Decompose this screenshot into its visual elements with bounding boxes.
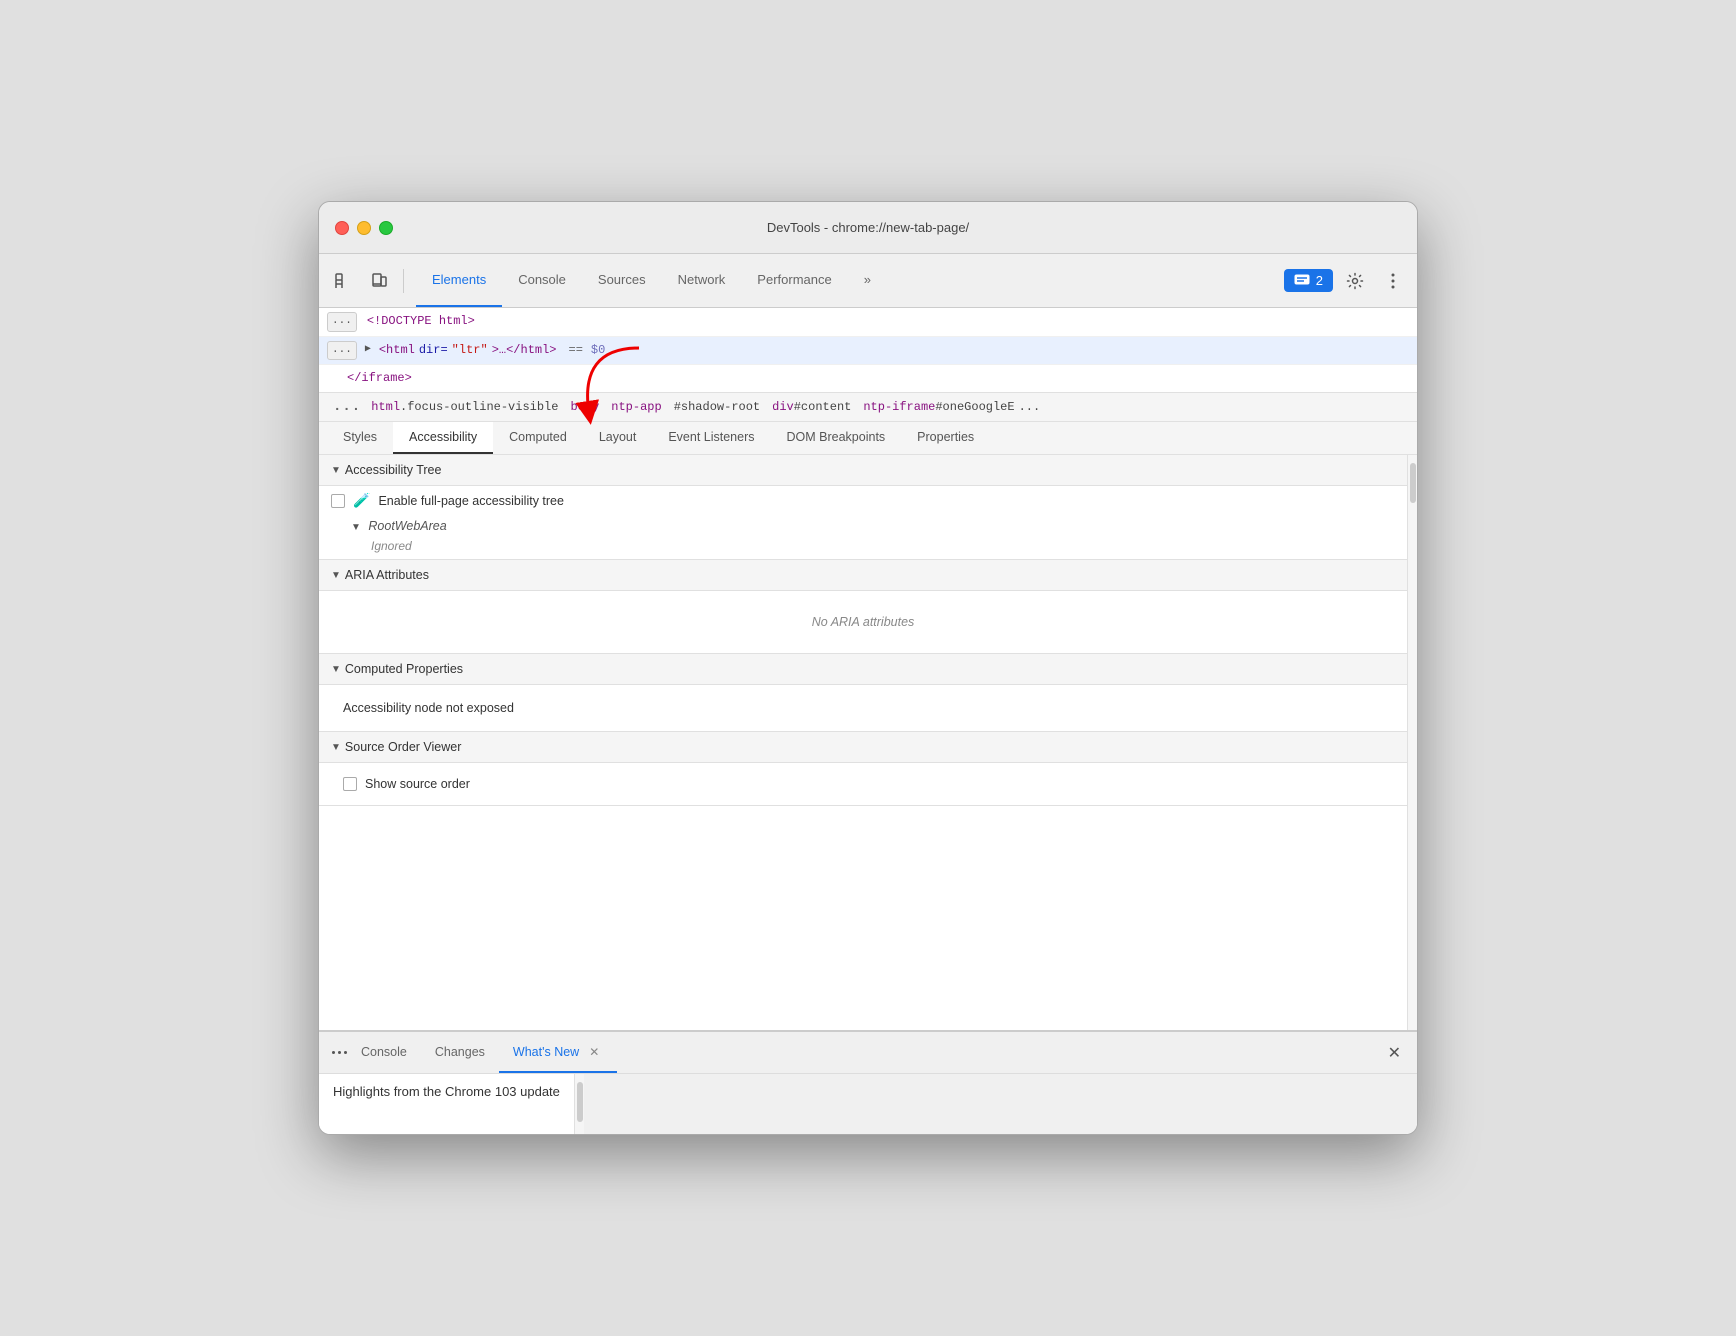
settings-button[interactable] — [1339, 265, 1371, 297]
sub-tabs: Styles Accessibility Computed Layout Eve… — [319, 422, 1417, 455]
main-panel: ... <!DOCTYPE html> ... ▶ <html dir="ltr… — [319, 308, 1417, 1134]
whats-new-close[interactable]: ✕ — [585, 1043, 603, 1061]
aria-attributes-body: No ARIA attributes — [319, 591, 1407, 653]
show-source-order-item: Show source order — [331, 771, 1395, 797]
source-order-section: ▼ Source Order Viewer Show source order — [319, 732, 1407, 806]
bottom-content-wrapper: Highlights from the Chrome 103 update — [319, 1074, 1417, 1134]
dom-line-iframe: </iframe> — [319, 365, 1417, 392]
main-tabs: Elements Console Sources Network Perform… — [416, 254, 1280, 307]
devtools-window: DevTools - chrome://new-tab-page/ — [318, 201, 1418, 1135]
sub-tab-layout[interactable]: Layout — [583, 422, 653, 454]
expand-triangle: ▼ — [331, 465, 341, 476]
aria-attributes-header[interactable]: ▼ ARIA Attributes — [319, 560, 1407, 591]
enable-full-page-checkbox[interactable] — [331, 494, 345, 508]
aria-empty-message: No ARIA attributes — [331, 599, 1395, 645]
source-order-triangle: ▼ — [331, 742, 341, 753]
dom-html-content: >…</html> — [492, 341, 557, 360]
bottom-tab-whats-new[interactable]: What's New ✕ — [499, 1032, 617, 1073]
breadcrumb-bar: ... html.focus-outline-visible body ntp-… — [319, 393, 1417, 422]
bottom-panel: Console Changes What's New ✕ ✕ — [319, 1030, 1417, 1134]
dom-ellipsis-2[interactable]: ... — [327, 341, 357, 361]
content-area: ▼ Accessibility Tree 🧪 Enable full-page … — [319, 455, 1407, 1030]
devtools-body: Elements Console Sources Network Perform… — [319, 254, 1417, 1134]
dom-line-doctype: ... <!DOCTYPE html> — [319, 308, 1417, 337]
tab-console[interactable]: Console — [502, 254, 582, 307]
bottom-scrollbar-thumb — [577, 1082, 583, 1122]
source-order-header[interactable]: ▼ Source Order Viewer — [319, 732, 1407, 763]
sub-tab-dom-breakpoints[interactable]: DOM Breakpoints — [771, 422, 902, 454]
breadcrumb-dots[interactable]: ... — [327, 397, 367, 417]
computed-properties-header[interactable]: ▼ Computed Properties — [319, 654, 1407, 685]
main-flex: ... <!DOCTYPE html> ... ▶ <html dir="ltr… — [319, 308, 1417, 1134]
dom-ellipsis[interactable]: ... — [327, 312, 357, 332]
chat-badge[interactable]: 2 — [1284, 269, 1333, 292]
breadcrumb-div-content[interactable]: div#content — [768, 398, 855, 416]
content-wrapper: ▼ Accessibility Tree 🧪 Enable full-page … — [319, 455, 1417, 1030]
dom-doctype: <!DOCTYPE html> — [367, 312, 475, 331]
dom-dir-val: "ltr" — [452, 341, 488, 360]
breadcrumb-html[interactable]: html.focus-outline-visible — [367, 398, 562, 416]
tab-network[interactable]: Network — [662, 254, 742, 307]
title-bar: DevTools - chrome://new-tab-page/ — [319, 202, 1417, 254]
dom-area: ... <!DOCTYPE html> ... ▶ <html dir="ltr… — [319, 308, 1417, 393]
computed-properties-section: ▼ Computed Properties Accessibility node… — [319, 654, 1407, 732]
breadcrumb-body[interactable]: body — [566, 398, 603, 416]
dom-eq: == — [569, 341, 583, 360]
computed-properties-body: Accessibility node not exposed — [319, 685, 1407, 731]
root-web-area-item[interactable]: ▼ RootWebArea — [319, 515, 1407, 537]
dom-dir-attr: dir= — [419, 341, 448, 360]
window-title: DevTools - chrome://new-tab-page/ — [767, 220, 969, 235]
bottom-tab-console[interactable]: Console — [347, 1032, 421, 1073]
maximize-button[interactable] — [379, 221, 393, 235]
ignored-text: Ignored — [319, 537, 1407, 559]
accessibility-tree-header[interactable]: ▼ Accessibility Tree — [319, 455, 1407, 486]
tab-performance[interactable]: Performance — [741, 254, 847, 307]
aria-attributes-section: ▼ ARIA Attributes No ARIA attributes — [319, 560, 1407, 654]
breadcrumb-ntp-app[interactable]: ntp-app — [607, 398, 665, 416]
toolbar-right: 2 — [1284, 265, 1409, 297]
sub-tab-properties[interactable]: Properties — [901, 422, 990, 454]
breadcrumb-ntp-iframe[interactable]: ntp-iframe#oneGoogleE — [859, 398, 1018, 416]
main-toolbar: Elements Console Sources Network Perform… — [319, 254, 1417, 308]
dom-html-open: <html — [379, 341, 415, 360]
tab-more[interactable]: » — [848, 254, 887, 307]
breadcrumb-container: ... html.focus-outline-visible body ntp-… — [319, 393, 1417, 422]
sub-tab-accessibility[interactable]: Accessibility — [393, 422, 493, 454]
sub-tab-computed[interactable]: Computed — [493, 422, 583, 454]
computed-message: Accessibility node not exposed — [331, 693, 1395, 723]
close-button[interactable] — [335, 221, 349, 235]
source-order-body: Show source order — [319, 763, 1407, 805]
breadcrumb-shadow-root[interactable]: #shadow-root — [670, 398, 764, 416]
right-scrollbar[interactable] — [1407, 455, 1417, 1030]
minimize-button[interactable] — [357, 221, 371, 235]
dom-iframe: </iframe> — [347, 371, 412, 385]
show-source-order-checkbox[interactable] — [343, 777, 357, 791]
dom-dollar: $0 — [591, 341, 605, 360]
experiment-icon: 🧪 — [353, 492, 370, 509]
html-expand[interactable]: ▶ — [365, 342, 371, 358]
scrollbar-thumb — [1410, 463, 1416, 503]
tab-sources[interactable]: Sources — [582, 254, 662, 307]
tab-elements[interactable]: Elements — [416, 254, 502, 307]
dom-line-html: ... ▶ <html dir="ltr" >…</html> == $0 — [319, 337, 1417, 366]
device-toolbar-button[interactable] — [363, 265, 395, 297]
bottom-panel-close[interactable]: ✕ — [1380, 1039, 1409, 1067]
sub-tab-event-listeners[interactable]: Event Listeners — [652, 422, 770, 454]
bottom-scrollbar[interactable] — [574, 1074, 584, 1134]
accessibility-tree-body: 🧪 Enable full-page accessibility tree ▼ … — [319, 486, 1407, 559]
sub-tab-styles[interactable]: Styles — [327, 422, 393, 454]
bottom-dots-menu[interactable] — [323, 1043, 352, 1063]
traffic-lights — [335, 221, 393, 235]
more-options-button[interactable] — [1377, 265, 1409, 297]
bottom-content: Highlights from the Chrome 103 update — [319, 1074, 574, 1134]
toolbar-separator — [403, 269, 404, 293]
accessibility-tree-section: ▼ Accessibility Tree 🧪 Enable full-page … — [319, 455, 1407, 560]
enable-full-page-item: 🧪 Enable full-page accessibility tree — [319, 486, 1407, 515]
computed-expand-triangle: ▼ — [331, 664, 341, 675]
aria-expand-triangle: ▼ — [331, 570, 341, 581]
bottom-toolbar: Console Changes What's New ✕ ✕ — [319, 1032, 1417, 1074]
bottom-tab-changes[interactable]: Changes — [421, 1032, 499, 1073]
inspect-element-button[interactable] — [327, 265, 359, 297]
